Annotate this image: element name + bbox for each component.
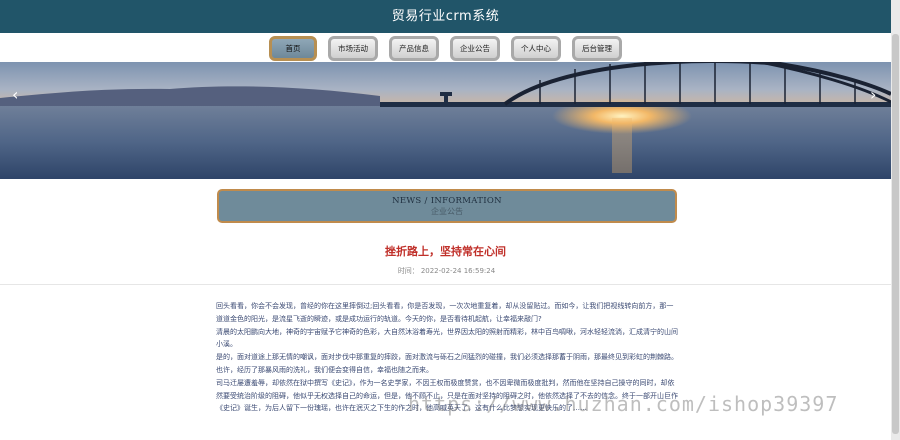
banner-image [0, 62, 891, 179]
article-title: 挫折路上，坚持常在心间 [385, 245, 506, 258]
nav-item-personal-center[interactable]: 个人中心 [511, 35, 561, 61]
banner-prev-icon[interactable]: ‹ [12, 85, 18, 104]
nav-item-market-activity[interactable]: 市场活动 [328, 35, 378, 61]
nav-item-home[interactable]: 首页 [269, 35, 317, 61]
watermark: https://www.huzhan.com/ishop39397 [408, 392, 839, 416]
main-nav: 首页 市场活动 产品信息 企业公告 个人中心 后台管理 [0, 34, 891, 62]
article-paragraph: 回头看看，你会不会发现，曾经的你在这里摔倒过;回头看看，你是否发现，一次次地重复… [216, 302, 674, 323]
article-time: 时间： 2022-02-24 16:59:24 [0, 266, 891, 276]
nav-item-announcements[interactable]: 企业公告 [450, 35, 500, 61]
article-time-value: 2022-02-24 16:59:24 [420, 267, 496, 275]
nav-item-admin[interactable]: 后台管理 [572, 35, 622, 61]
section-header: NEWS / INFORMATION 企业公告 [217, 189, 677, 223]
article-time-label: 时间： [397, 267, 419, 275]
divider [0, 284, 891, 285]
section-header-cn: 企业公告 [431, 207, 463, 216]
app-title: 贸易行业crm系统 [391, 9, 500, 24]
nav-item-product-info[interactable]: 产品信息 [389, 35, 439, 61]
section-header-en: NEWS / INFORMATION [392, 196, 502, 206]
banner-next-icon[interactable]: › [870, 85, 876, 104]
page-scrollbar[interactable] [891, 0, 900, 440]
article-paragraph: 清晨的太阳鹏向大地，神奇的宇宙赋予它神奇的色彩，大自然沐浴着寿光，世界因太阳的照… [216, 327, 678, 349]
app-header: 贸易行业crm系统 [0, 0, 891, 33]
article-paragraph: 是的，面对道途上那无情的嘲讽，面对步伐中那重复的摔跤，面对激流与砾石之间猛烈的碰… [216, 353, 678, 374]
scrollbar-thumb[interactable] [892, 34, 899, 434]
banner-carousel[interactable] [0, 62, 891, 179]
